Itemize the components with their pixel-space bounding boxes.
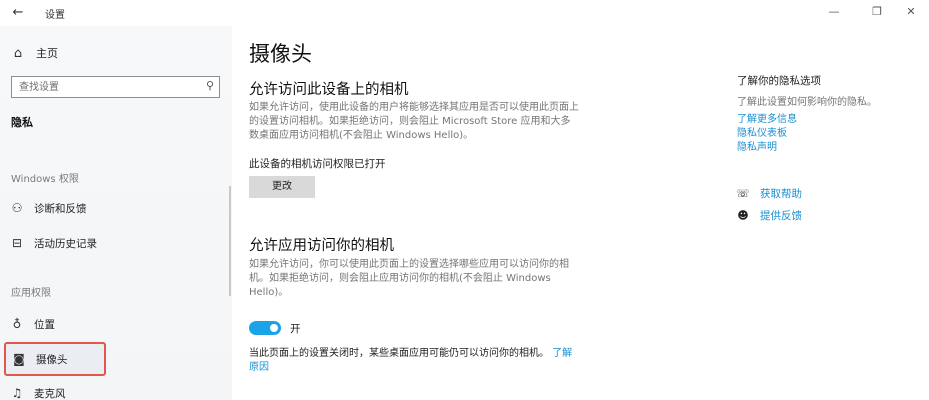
close-button[interactable]: ✕: [900, 3, 922, 21]
sidebar-item-label: 摄像头: [36, 353, 68, 366]
arrow-left-icon[interactable]: ←: [8, 4, 28, 22]
privacy-options-subtitle: 了解此设置如何影响你的隐私。: [737, 97, 877, 108]
camera-icon: ◙: [13, 352, 25, 366]
section-heading-device-access: 允许访问此设备上的相机: [249, 82, 409, 98]
privacy-statement-link[interactable]: 隐私声明: [737, 138, 777, 153]
desktop-apps-note: 当此页面上的设置关闭时，某些桌面应用可能仍可以访问你的相机。 了解原因: [249, 347, 579, 375]
give-feedback-label: 提供反馈: [760, 209, 802, 222]
sidebar-item-home[interactable]: ⌂ 主页: [10, 44, 58, 62]
sidebar-category-title: 隐私: [11, 116, 33, 129]
microphone-icon: ♫: [11, 386, 23, 400]
restore-button[interactable]: ❐: [866, 3, 888, 21]
right-panel: 了解你的隐私选项 了解此设置如何影响你的隐私。 了解更多信息 隐私仪表板 隐私声…: [722, 26, 929, 400]
search-icon[interactable]: ⚲: [206, 79, 214, 92]
sidebar-item-location[interactable]: ♁ 位置: [8, 313, 55, 335]
change-button[interactable]: 更改: [249, 176, 315, 198]
sidebar: ⌂ 主页 ⚲ 隐私 Windows 权限 ⚇ 诊断和反馈 ⊟ 活动历史记录 应用…: [0, 26, 232, 400]
sidebar-item-label: 位置: [34, 318, 55, 331]
give-feedback-link[interactable]: ☻ 提供反馈: [736, 207, 802, 223]
sidebar-section-apps: 应用权限: [11, 288, 51, 299]
note-text: 当此页面上的设置关闭时，某些桌面应用可能仍可以访问你的相机。: [249, 348, 549, 359]
title-bar: ← 设置 — ❐ ✕: [0, 0, 929, 26]
sidebar-item-label: 主页: [36, 47, 58, 60]
privacy-options-title: 了解你的隐私选项: [737, 75, 821, 87]
sidebar-item-label: 活动历史记录: [34, 237, 97, 250]
get-help-label: 获取帮助: [760, 187, 802, 200]
activity-history-icon: ⊟: [11, 236, 23, 250]
learn-more-link[interactable]: 了解更多信息: [737, 110, 797, 125]
search-box: ⚲: [11, 76, 220, 98]
sidebar-scrollbar[interactable]: [229, 186, 231, 296]
feedback-icon: ☻: [737, 208, 749, 222]
page-title: 摄像头: [249, 42, 312, 66]
section-description-app-access: 如果允许访问，你可以使用此页面上的设置选择哪些应用可以访问你的相机。如果拒绝访问…: [249, 259, 569, 298]
sidebar-item-label: 麦克风: [34, 387, 66, 400]
privacy-dashboard-link[interactable]: 隐私仪表板: [737, 124, 787, 139]
sidebar-item-label: 诊断和反馈: [34, 202, 87, 215]
sidebar-section-windows: Windows 权限: [11, 174, 79, 185]
main-content: 摄像头 允许访问此设备上的相机 如果允许访问，使用此设备的用户将能够选择其应用是…: [232, 26, 722, 400]
diagnostics-icon: ⚇: [11, 201, 23, 215]
sidebar-item-camera[interactable]: ◙ 摄像头: [4, 342, 106, 376]
get-help-link[interactable]: ☏ 获取帮助: [736, 185, 802, 201]
location-icon: ♁: [12, 317, 22, 331]
toggle-state-label: 开: [290, 323, 301, 335]
sidebar-item-diagnostics[interactable]: ⚇ 诊断和反馈: [8, 197, 87, 219]
sidebar-item-microphone[interactable]: ♫ 麦克风: [8, 382, 66, 400]
sidebar-item-activity-history[interactable]: ⊟ 活动历史记录: [8, 232, 97, 254]
search-input[interactable]: [12, 77, 192, 97]
device-access-status: 此设备的相机访问权限已打开: [249, 158, 386, 170]
minimize-button[interactable]: —: [823, 3, 845, 21]
section-heading-app-access: 允许应用访问你的相机: [249, 238, 394, 254]
app-access-toggle[interactable]: [249, 321, 281, 335]
home-icon: ⌂: [13, 45, 23, 61]
help-chat-icon: ☏: [736, 186, 750, 200]
section-description-device-access: 如果允许访问，使用此设备的用户将能够选择其应用是否可以使用此页面上的设置访问相机…: [249, 102, 579, 141]
window-title: 设置: [45, 10, 65, 21]
toggle-knob: [270, 324, 278, 332]
